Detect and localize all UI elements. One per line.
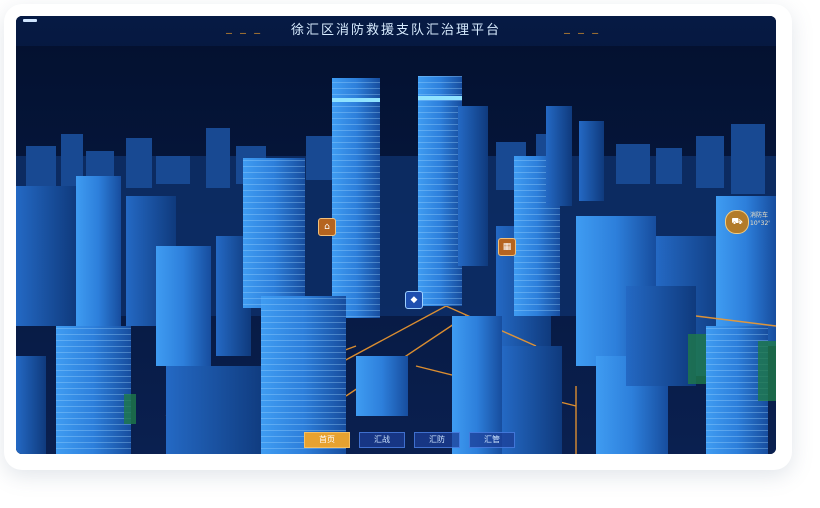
city-3d-view[interactable]: — — — 徐汇区消防救援支队汇治理平台 — — — ⌂ ▦ ◆ ⛟ 消防车 1… [16, 16, 776, 454]
vehicle-value: 10°32' [750, 220, 770, 227]
nav-tab-home[interactable]: 首页 [304, 432, 350, 448]
nav-tab-management[interactable]: 汇管 [469, 432, 515, 448]
city-scene[interactable] [16, 16, 776, 454]
header-dashes-right: — — — [564, 28, 600, 39]
nav-tab-combat[interactable]: 汇战 [359, 432, 405, 448]
menu-icon[interactable] [23, 19, 37, 22]
header-bar: — — — 徐汇区消防救援支队汇治理平台 — — — [16, 16, 776, 46]
nav-tab-prevention[interactable]: 汇防 [414, 432, 460, 448]
page-title: 徐汇区消防救援支队汇治理平台 [290, 23, 501, 38]
building-icon[interactable]: ▦ [498, 238, 516, 256]
fire-station-icon[interactable]: ⌂ [318, 218, 336, 236]
vehicle-label: 消防车 10°32' [750, 212, 770, 228]
vehicle-name: 消防车 [750, 212, 769, 219]
fire-truck-icon[interactable]: ⛟ [725, 210, 749, 234]
header-dashes-left: — — — [226, 28, 262, 39]
shield-icon[interactable]: ◆ [405, 291, 423, 309]
